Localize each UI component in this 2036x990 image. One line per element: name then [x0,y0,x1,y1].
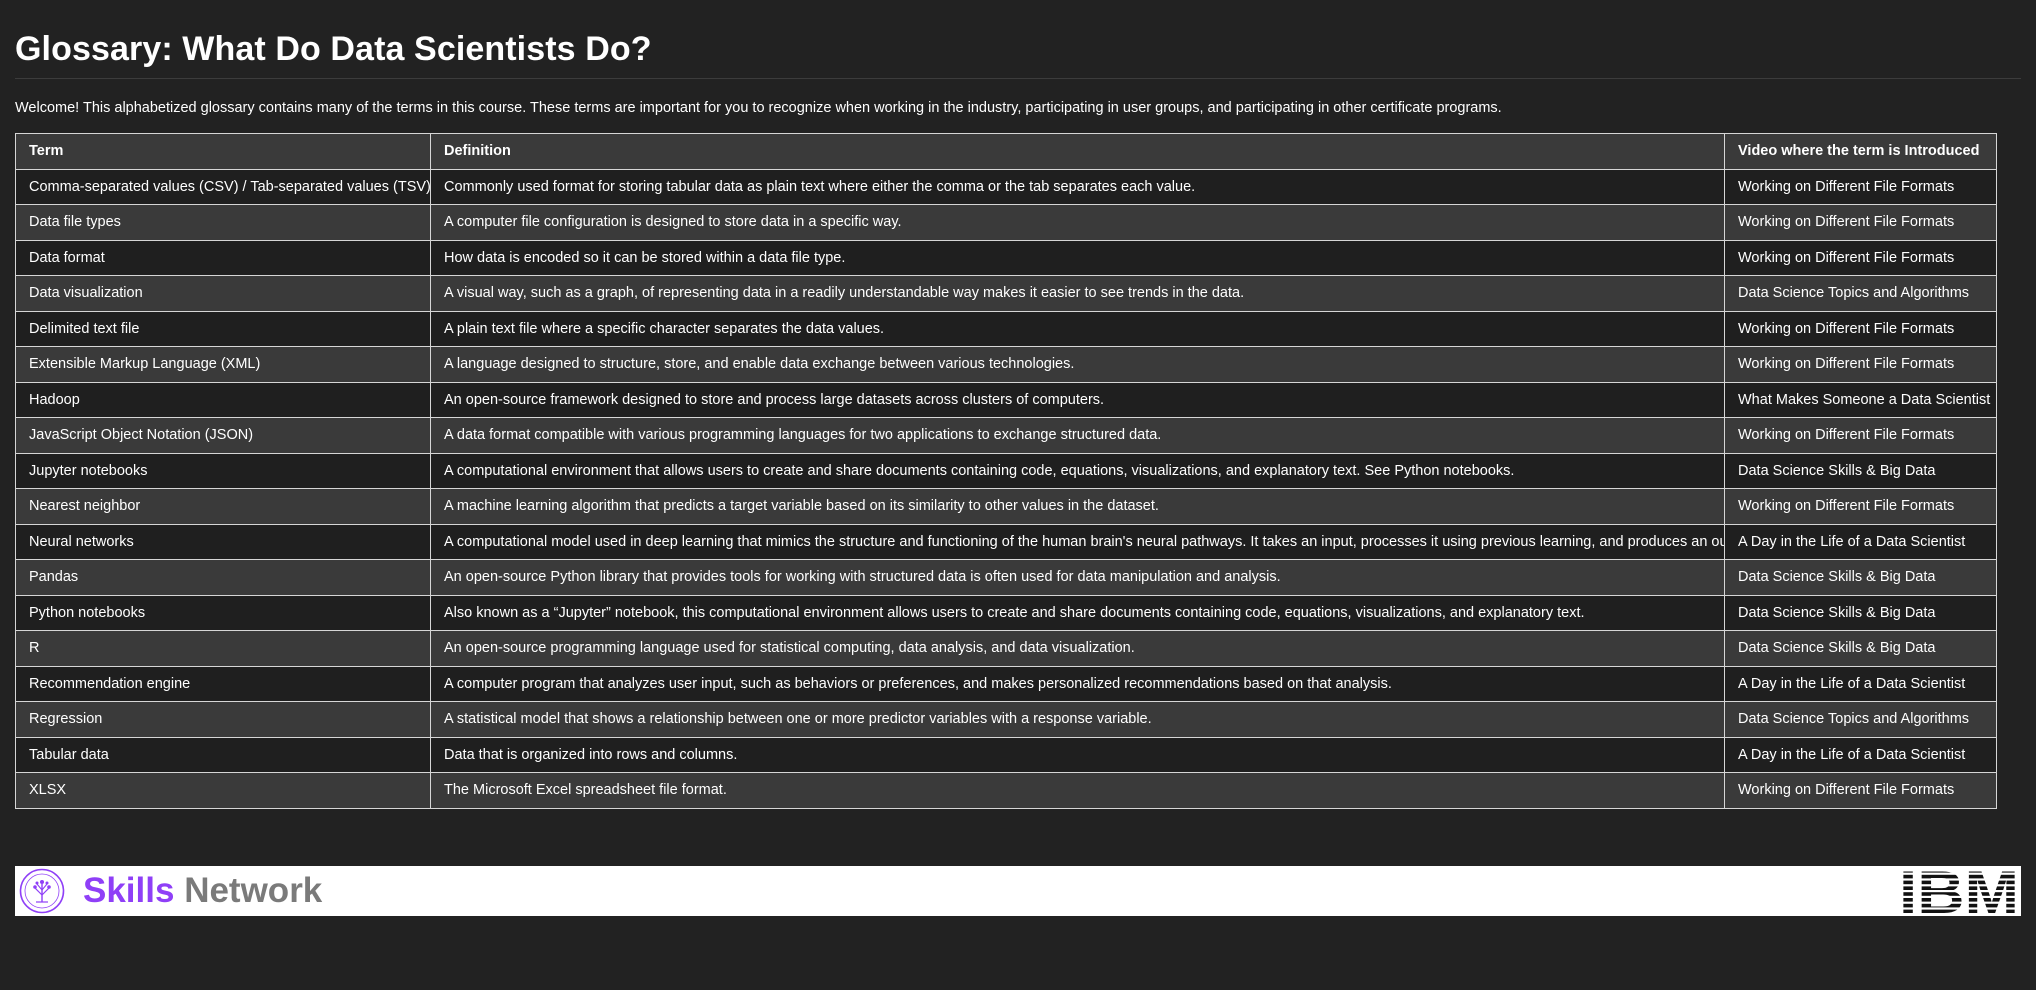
table-row: Delimited text file A plain text file whe… [15,310,1997,347]
term-cell: Python notebooks [15,594,431,631]
definition-cell: A computer program that analyzes user in… [430,665,1725,702]
glossary-page: Glossary: What Do Data Scientists Do? We… [0,0,2036,990]
definition-cell: A computational environment that allows … [430,452,1725,489]
term-cell: R [15,630,431,667]
term-cell: Regression [15,701,431,738]
video-cell: Working on Different File Formats [1724,488,1997,525]
term-cell: Extensible Markup Language (XML) [15,346,431,383]
video-cell: Data Science Topics and Algorithms [1724,275,1997,312]
brand-name: Skills Network [83,866,322,916]
definition-cell: A language designed to structure, store,… [430,346,1725,383]
video-cell: Working on Different File Formats [1724,204,1997,241]
definition-cell: Commonly used format for storing tabular… [430,168,1725,205]
definition-cell: An open-source programming language used… [430,630,1725,667]
video-cell: Data Science Skills & Big Data [1724,630,1997,667]
table-row: Pandas An open-source Python library that… [15,559,1997,596]
table-row: Extensible Markup Language (XML) A langua… [15,346,1997,383]
table-row: Data format How data is encoded so it can… [15,239,1997,276]
header-video: Video where the term is Introduced [1724,133,1997,170]
video-cell: Working on Different File Formats [1724,772,1997,809]
skills-network-brand: Skills Network [15,866,322,916]
term-cell: Tabular data [15,736,431,773]
table-row: Tabular data Data that is organized into … [15,736,1997,773]
video-cell: Data Science Skills & Big Data [1724,559,1997,596]
video-cell: Working on Different File Formats [1724,310,1997,347]
definition-cell: A statistical model that shows a relatio… [430,701,1725,738]
term-cell: JavaScript Object Notation (JSON) [15,417,431,454]
term-cell: Jupyter notebooks [15,452,431,489]
table-header-row: Term Definition Video where the term is … [15,133,1997,170]
glossary-table-body: Comma-separated values (CSV) / Tab-separ… [15,168,1997,809]
term-cell: XLSX [15,772,431,809]
table-row: Comma-separated values (CSV) / Tab-separ… [15,168,1997,205]
definition-cell: A visual way, such as a graph, of repres… [430,275,1725,312]
brand-network-text: Network [184,871,323,910]
definition-cell: An open-source framework designed to sto… [430,381,1725,418]
term-cell: Data format [15,239,431,276]
video-cell: Working on Different File Formats [1724,168,1997,205]
definition-cell: A machine learning algorithm that predic… [430,488,1725,525]
video-cell: A Day in the Life of a Data Scientist [1724,523,1997,560]
term-cell: Nearest neighbor [15,488,431,525]
table-row: Python notebooks Also known as a “Jupyter… [15,594,1997,631]
glossary-table: Term Definition Video where the term is … [15,133,1997,809]
table-row: Data visualization A visual way, such as … [15,275,1997,312]
video-cell: Working on Different File Formats [1724,239,1997,276]
definition-cell: How data is encoded so it can be stored … [430,239,1725,276]
video-cell: Working on Different File Formats [1724,417,1997,454]
intro-paragraph: Welcome! This alphabetized glossary cont… [15,100,1502,116]
table-row: XLSX The Microsoft Excel spreadsheet file… [15,772,1997,809]
skills-network-tree-icon [19,868,65,914]
definition-cell: A computational model used in deep learn… [430,523,1725,560]
video-cell: A Day in the Life of a Data Scientist [1724,665,1997,702]
brand-skills-text: Skills [83,871,175,910]
video-cell: Data Science Skills & Big Data [1724,594,1997,631]
definition-cell: A computer file configuration is designe… [430,204,1725,241]
header-term: Term [15,133,431,170]
definition-cell: The Microsoft Excel spreadsheet file for… [430,772,1725,809]
term-cell: Hadoop [15,381,431,418]
definition-cell: Data that is organized into rows and col… [430,736,1725,773]
term-cell: Neural networks [15,523,431,560]
header-definition: Definition [430,133,1725,170]
term-cell: Recommendation engine [15,665,431,702]
table-row: Data file types A computer file configura… [15,204,1997,241]
term-cell: Comma-separated values (CSV) / Tab-separ… [15,168,431,205]
page-title: Glossary: What Do Data Scientists Do? [15,0,2021,79]
table-row: Jupyter notebooks A computational environ… [15,452,1997,489]
definition-cell: A plain text file where a specific chara… [430,310,1725,347]
term-cell: Pandas [15,559,431,596]
table-row: Recommendation engine A computer program … [15,665,1997,702]
video-cell: Working on Different File Formats [1724,346,1997,383]
term-cell: Data visualization [15,275,431,312]
table-row: Nearest neighbor A machine learning algor… [15,488,1997,525]
table-row: JavaScript Object Notation (JSON) A data … [15,417,1997,454]
definition-cell: A data format compatible with various pr… [430,417,1725,454]
footer-banner: Skills Network IBM [15,866,2021,916]
definition-cell: Also known as a “Jupyter” notebook, this… [430,594,1725,631]
table-row: R An open-source programming language use… [15,630,1997,667]
video-cell: What Makes Someone a Data Scientist [1724,381,1997,418]
definition-cell: An open-source Python library that provi… [430,559,1725,596]
video-cell: A Day in the Life of a Data Scientist [1724,736,1997,773]
term-cell: Data file types [15,204,431,241]
term-cell: Delimited text file [15,310,431,347]
table-row: Hadoop An open-source framework designed … [15,381,1997,418]
video-cell: Data Science Topics and Algorithms [1724,701,1997,738]
video-cell: Data Science Skills & Big Data [1724,452,1997,489]
table-row: Regression A statistical model that shows… [15,701,1997,738]
table-row: Neural networks A computational model use… [15,523,1997,560]
ibm-logo: IBM [1899,869,2019,914]
